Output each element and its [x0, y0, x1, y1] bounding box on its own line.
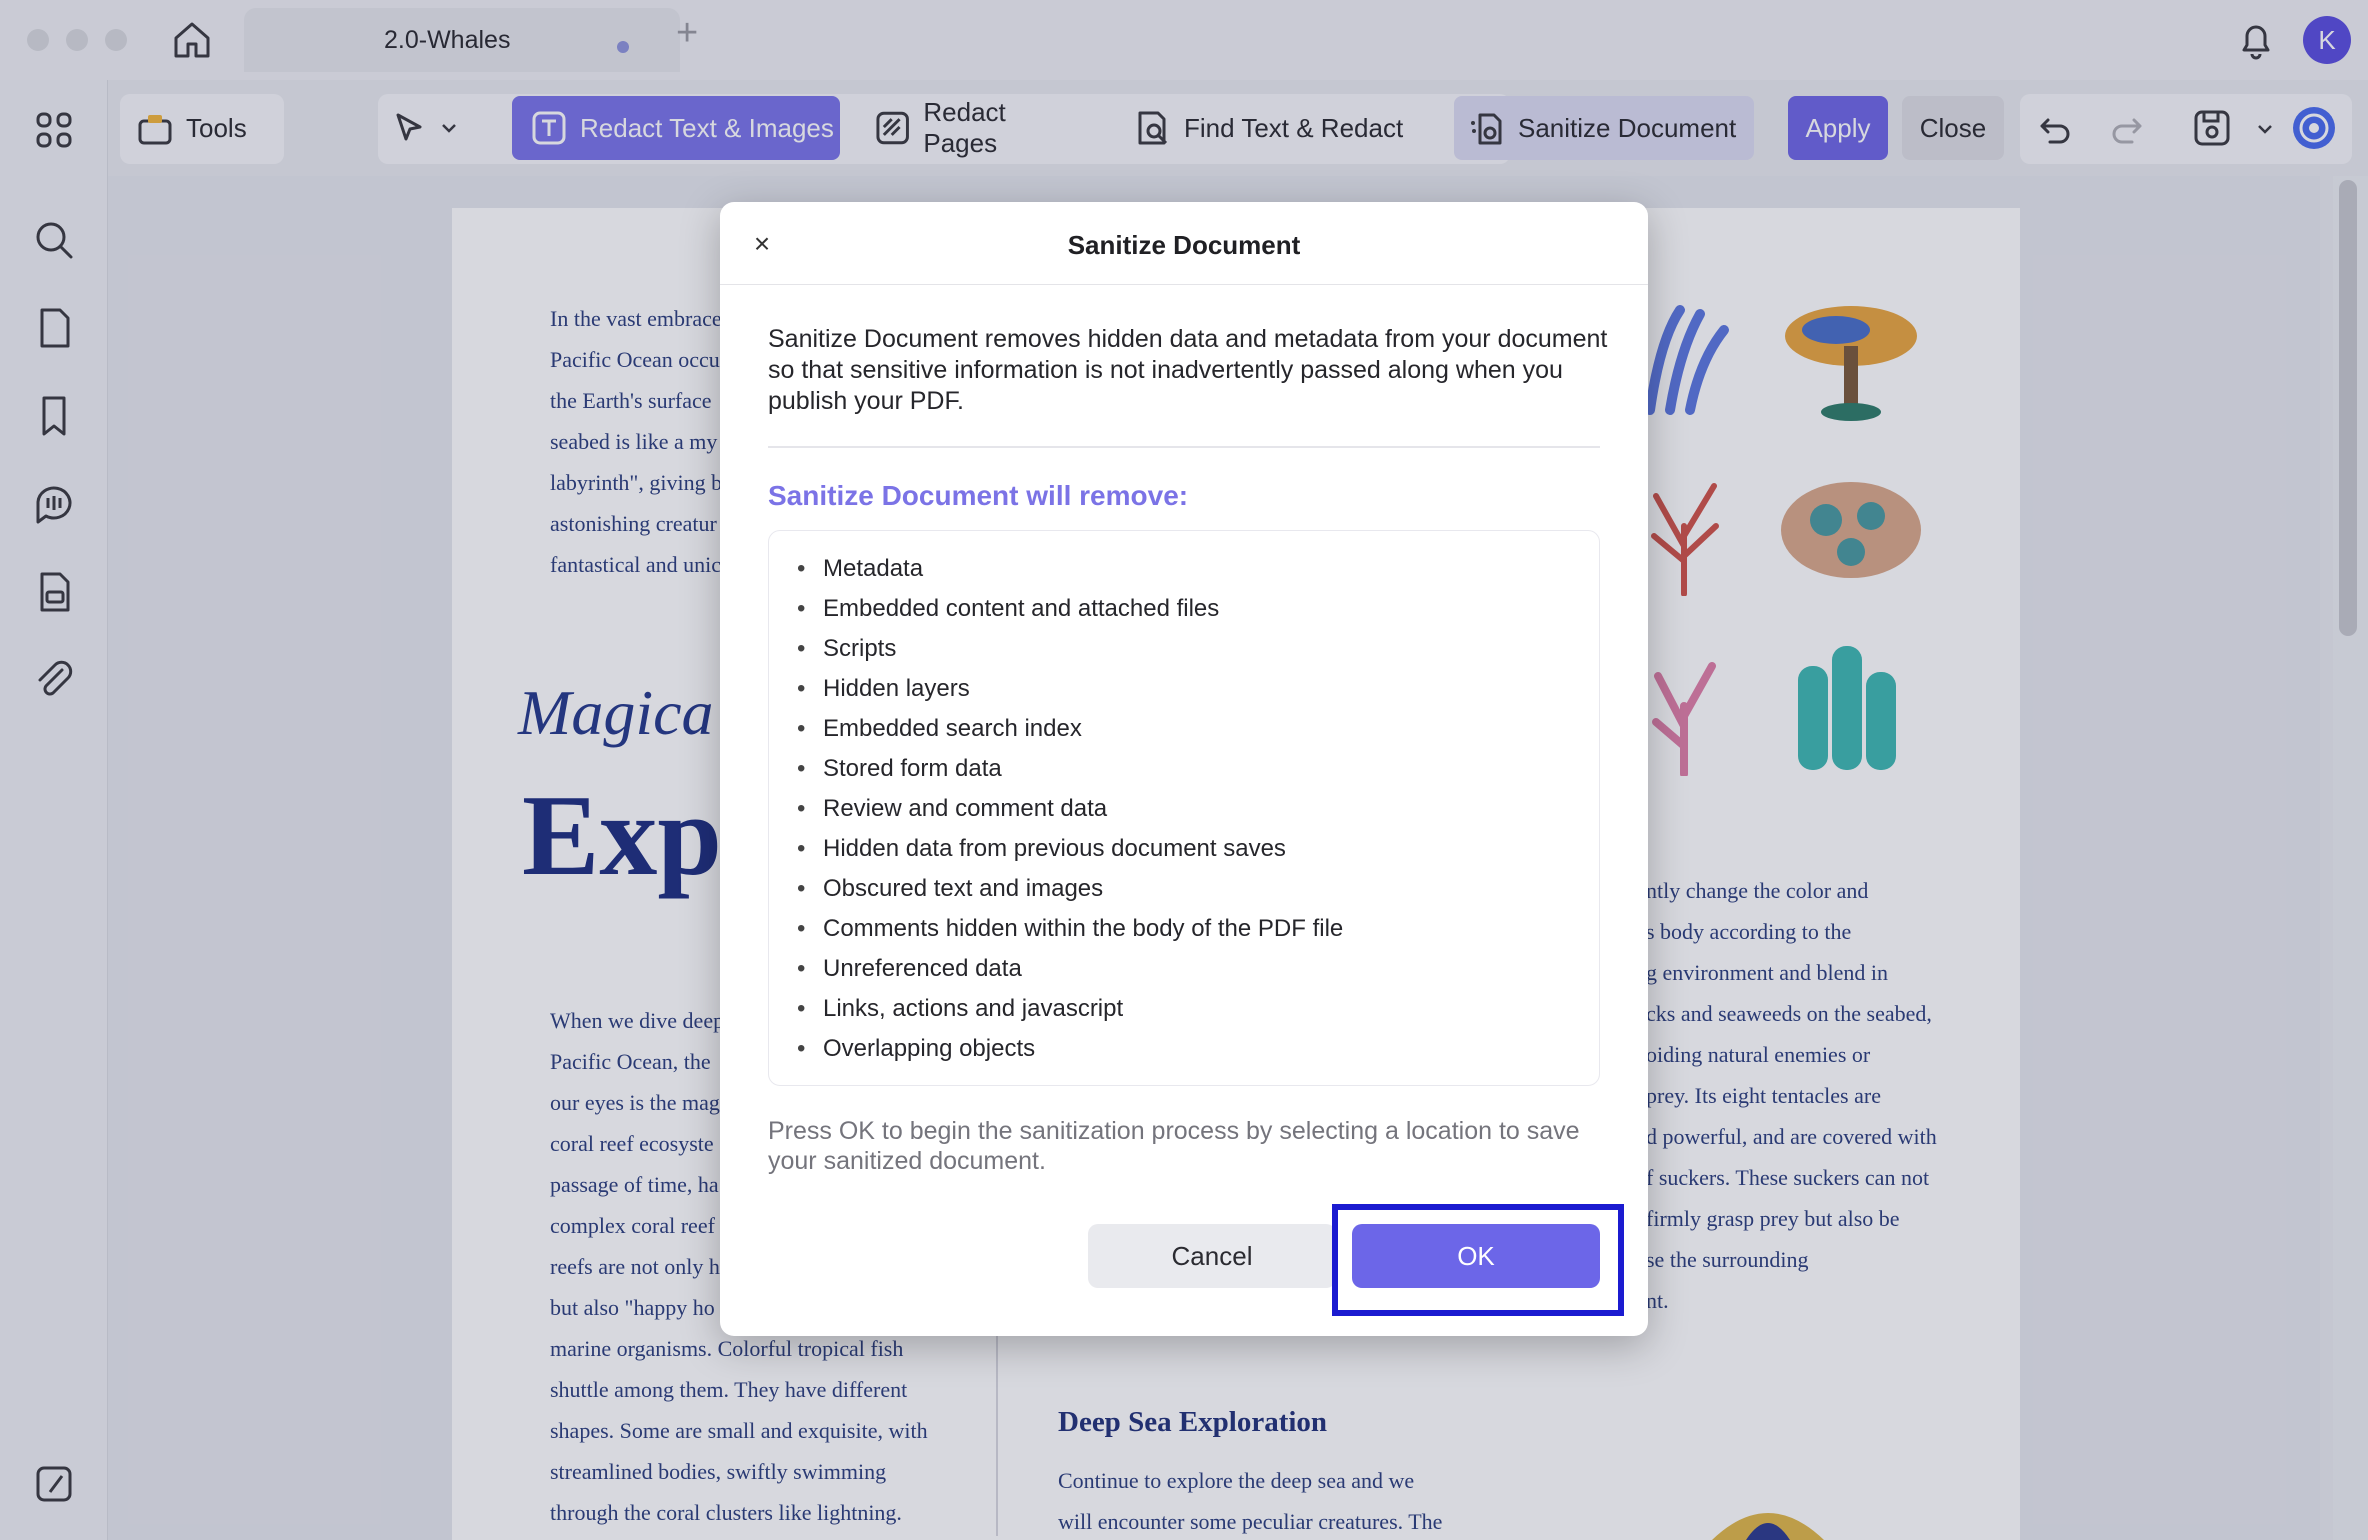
remove-list: Metadata Embedded content and attached f… — [797, 549, 1343, 1069]
list-item: Stored form data — [797, 749, 1343, 789]
dialog-divider — [768, 446, 1600, 448]
ok-button[interactable]: OK — [1352, 1224, 1600, 1288]
list-item: Scripts — [797, 629, 1343, 669]
dialog-divider — [720, 284, 1648, 285]
remove-list-box: Metadata Embedded content and attached f… — [768, 530, 1600, 1086]
sanitize-document-dialog: × Sanitize Document Sanitize Document re… — [720, 202, 1648, 1336]
list-item: Links, actions and javascript — [797, 989, 1343, 1029]
list-item: Hidden layers — [797, 669, 1343, 709]
dialog-note: Press OK to begin the sanitization proce… — [768, 1117, 1580, 1175]
list-item: Overlapping objects — [797, 1029, 1343, 1069]
list-item: Metadata — [797, 549, 1343, 589]
list-item: Hidden data from previous document saves — [797, 829, 1343, 869]
cancel-button[interactable]: Cancel — [1088, 1224, 1336, 1288]
remove-list-heading: Sanitize Document will remove: — [768, 480, 1189, 511]
dialog-description: Sanitize Document removes hidden data an… — [768, 325, 1608, 415]
list-item: Embedded content and attached files — [797, 589, 1343, 629]
list-item: Unreferenced data — [797, 949, 1343, 989]
dialog-title: Sanitize Document — [1067, 230, 1301, 260]
list-item: Embedded search index — [797, 709, 1343, 749]
list-item: Obscured text and images — [797, 869, 1343, 909]
list-item: Review and comment data — [797, 789, 1343, 829]
list-item: Comments hidden within the body of the P… — [797, 909, 1343, 949]
